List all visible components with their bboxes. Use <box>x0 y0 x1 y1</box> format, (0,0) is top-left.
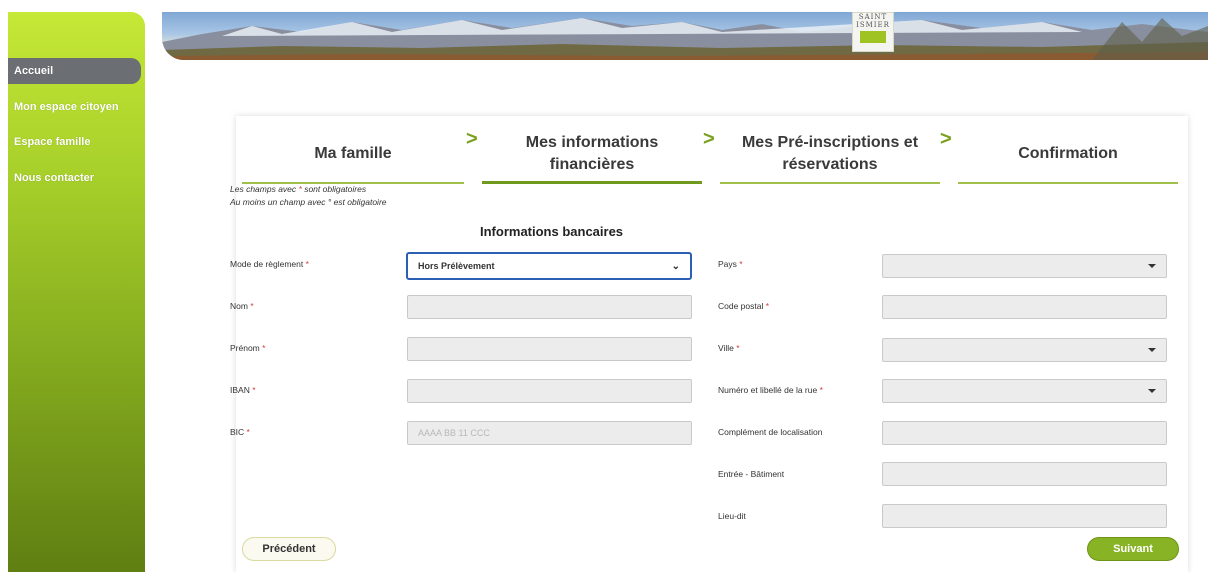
rue-label: Numéro et libellé de la rue * <box>718 385 823 395</box>
step-label-line1: Mes informations <box>525 134 659 151</box>
bic-label: BIC * <box>230 427 250 437</box>
label-text: Prénom <box>230 343 260 353</box>
label-text: Nom <box>230 301 248 311</box>
caret-down-icon <box>1148 264 1156 268</box>
label-text: Ville <box>718 343 734 353</box>
logo-text-line2: ISMIER <box>856 21 890 29</box>
step-underline <box>958 182 1178 184</box>
label-text: Mode de règlement <box>230 259 304 269</box>
ville-label: Ville * <box>718 343 740 353</box>
required-hint: Les champs avec * sont obligatoires <box>230 184 366 194</box>
step-underline <box>720 182 940 184</box>
required-star: * <box>246 427 250 437</box>
required-star: * <box>819 385 823 395</box>
mode-reglement-label: Mode de règlement * <box>230 259 309 269</box>
code-postal-label: Code postal * <box>718 301 769 311</box>
lieu-dit-label: Lieu-dit <box>718 511 746 521</box>
step-label-line2: réservations <box>782 156 878 173</box>
sidebar-item-mon-espace-citoyen[interactable]: Mon espace citoyen <box>8 94 141 120</box>
nom-label: Nom * <box>230 301 254 311</box>
section-title: Informations bancaires <box>480 224 624 239</box>
sidebar: Accueil Mon espace citoyen Espace famill… <box>8 12 145 572</box>
entree-input[interactable] <box>882 462 1167 486</box>
required-star: * <box>305 259 309 269</box>
label-text: Code postal <box>718 301 764 311</box>
step-underline <box>482 181 702 184</box>
required-star: * <box>252 385 256 395</box>
header-banner: SAINT ISMIER <box>162 12 1208 60</box>
pays-label: Pays * <box>718 259 743 269</box>
hint-text: sont obligatoires <box>301 184 367 194</box>
chevron-right-icon: > <box>703 128 715 150</box>
caret-down-icon <box>1148 348 1156 352</box>
required-star: * <box>739 259 743 269</box>
bic-input[interactable] <box>407 421 692 445</box>
step-label-line1: Mes Pré-inscriptions et <box>741 134 919 151</box>
mode-reglement-select[interactable]: Hors Prélèvement ⌄ <box>406 252 692 280</box>
step-label: Ma famille <box>314 145 392 162</box>
prenom-input[interactable] <box>407 337 692 361</box>
at-least-one-hint: Au moins un champ avec ° est obligatoire <box>230 197 387 207</box>
label-text: Numéro et libellé de la rue <box>718 385 818 395</box>
nom-input[interactable] <box>407 295 692 319</box>
next-button[interactable]: Suivant <box>1087 537 1179 561</box>
step-label-line2: financières <box>549 156 635 173</box>
chevron-right-icon: > <box>466 128 478 150</box>
complement-input[interactable] <box>882 421 1167 445</box>
hint-text: est obligatoire <box>331 197 387 207</box>
iban-input[interactable] <box>407 379 692 403</box>
select-value: Hors Prélèvement <box>418 261 495 271</box>
hint-text: Les champs avec <box>230 184 299 194</box>
logo-mark <box>860 31 886 43</box>
step-label: Mes Pré-inscriptions et réservations <box>742 132 918 176</box>
required-star: * <box>250 301 254 311</box>
pays-select[interactable] <box>882 254 1167 278</box>
label-text: Pays <box>718 259 737 269</box>
caret-down-icon <box>1148 389 1156 393</box>
sidebar-item-accueil[interactable]: Accueil <box>8 58 141 84</box>
step-label: Confirmation <box>1018 145 1118 162</box>
ville-select[interactable] <box>882 338 1167 362</box>
rue-select[interactable] <box>882 379 1167 403</box>
step-ma-famille: Ma famille <box>242 126 464 184</box>
required-star: * <box>736 343 740 353</box>
lieu-dit-input[interactable] <box>882 504 1167 528</box>
label-text: IBAN <box>230 385 250 395</box>
form-card: Ma famille > Mes informations financière… <box>230 116 1188 572</box>
chevron-right-icon: > <box>940 128 952 150</box>
sidebar-item-nous-contacter[interactable]: Nous contacter <box>8 165 141 191</box>
hint-text: Au moins un champ avec <box>230 197 328 207</box>
code-postal-input[interactable] <box>882 295 1167 319</box>
step-mes-informations-financieres: Mes informations financières <box>482 126 702 184</box>
required-star: * <box>262 343 266 353</box>
chevron-down-icon: ⌄ <box>671 260 680 272</box>
label-text: BIC <box>230 427 245 437</box>
logo-text-line1: SAINT <box>858 13 888 21</box>
step-label: Mes informations financières <box>526 132 658 176</box>
complement-label: Complément de localisation <box>718 427 823 437</box>
previous-button[interactable]: Précédent <box>242 537 336 561</box>
entree-label: Entrée - Bâtiment <box>718 469 785 479</box>
required-star: * <box>765 301 770 311</box>
mountain-banner-image <box>162 18 1208 60</box>
iban-label: IBAN * <box>230 385 256 395</box>
town-logo[interactable]: SAINT ISMIER <box>852 12 894 52</box>
prenom-label: Prénom * <box>230 343 265 353</box>
step-mes-pre-inscriptions: Mes Pré-inscriptions et réservations <box>720 126 940 184</box>
sidebar-item-espace-famille[interactable]: Espace famille <box>8 129 141 155</box>
step-confirmation: Confirmation <box>958 126 1178 184</box>
